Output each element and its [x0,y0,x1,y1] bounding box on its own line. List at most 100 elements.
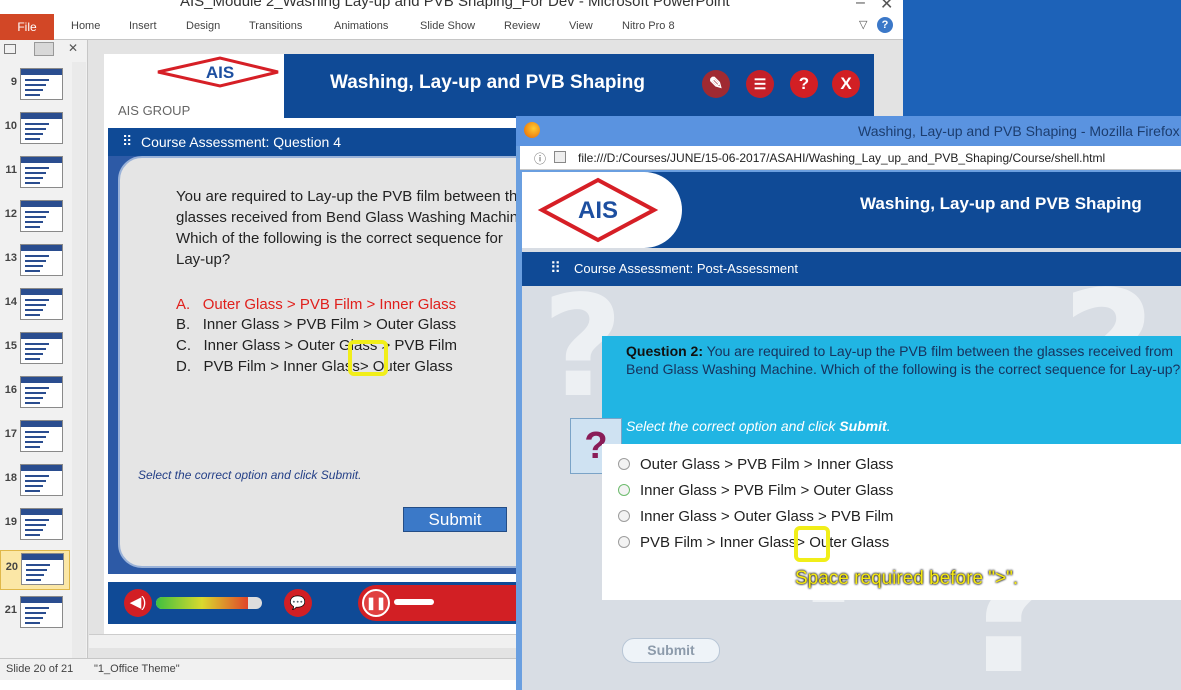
question-label: Question 2: [626,343,704,359]
slide-thumbnail-image [20,508,63,540]
option-text: Inner Glass > Outer Glass > PVB Film [203,337,457,354]
option-label: Inner Glass > Outer Glass > PVB Film [640,508,894,525]
help-icon[interactable]: ? [877,17,893,33]
slide-option-c[interactable]: C. Inner Glass > Outer Glass > PVB Film [176,337,457,354]
tab-file[interactable]: File [0,14,54,40]
radio-button[interactable] [618,458,630,470]
slide-thumbnail[interactable]: 20 [0,550,70,590]
slide-thumbnail[interactable]: 12 [0,198,70,238]
slide-number: 21 [4,604,17,616]
theme-name: "1_Office Theme" [94,663,180,675]
tab-review[interactable]: Review [504,20,540,32]
slide-number: 12 [4,208,17,220]
slide-number: 11 [5,164,17,176]
close-icon[interactable]: ✕ [880,0,893,14]
slide-thumbnail[interactable]: 19 [0,506,70,546]
option-text: Inner Glass > PVB Film > Outer Glass [202,316,457,333]
slide-exit-button[interactable]: X [832,70,860,98]
slide-thumbnail[interactable]: 11 [0,154,70,194]
slide-thumbnail[interactable]: 18 [0,462,70,502]
notes-icon[interactable]: ✎ [702,70,730,98]
slide-thumbnail[interactable]: 17 [0,418,70,458]
slide-number: 14 [4,296,17,308]
radio-button[interactable] [618,510,630,522]
slide-thumbnail[interactable]: 14 [0,286,70,326]
ais-logo: AIS AIS GROUP [104,54,284,118]
slide-option-a[interactable]: A. Outer Glass > PVB Film > Inner Glass [176,296,456,313]
slide-thumbnail-image [20,376,63,408]
question-box: Question 2: You are required to Lay-up t… [602,336,1181,444]
pause-icon[interactable]: ❚❚ [362,589,390,617]
slide-thumbnail-pane: ✕ 9 10 11 12 13 14 15 16 17 18 19 20 21 [0,40,88,658]
option-label: Outer Glass > PVB Film > Inner Glass [640,456,894,473]
tab-design[interactable]: Design [186,20,220,32]
audio-icon[interactable]: ◀) [124,589,152,617]
tab-slide-show[interactable]: Slide Show [420,20,475,32]
slide-help-button[interactable]: ? [790,70,818,98]
tab-home[interactable]: Home [71,20,100,32]
option-letter: B. [176,316,191,333]
highlight-box-slide [348,340,388,376]
slide-thumbnail-image [20,420,63,452]
slide-brand-group: AIS GROUP [118,103,190,118]
ribbon-collapse-icon[interactable]: ▽ [859,18,867,31]
slide-thumbnail[interactable]: 15 [0,330,70,370]
outline-tab-icon[interactable] [34,42,54,56]
slide-option-b[interactable]: B. Inner Glass > PVB Film > Outer Glass [176,316,456,333]
slide-brand: AIS [206,63,234,82]
slide-number: 16 [4,384,17,396]
tab-view[interactable]: View [569,20,593,32]
tab-animations[interactable]: Animations [334,20,388,32]
course-header: AIS Washing, Lay-up and PVB Shaping [522,172,1181,248]
tab-transitions[interactable]: Transitions [249,20,302,32]
course-title: Washing, Lay-up and PVB Shaping [860,194,1142,213]
slide-submit-button[interactable]: Submit [403,507,507,532]
slide-number: 19 [4,516,17,528]
volume-slider[interactable] [156,597,262,609]
slide-info: Slide 20 of 21 [6,663,74,675]
tab-insert[interactable]: Insert [129,20,157,32]
chat-icon[interactable]: 💬 [284,589,312,617]
assessment-title: Course Assessment: Post-Assessment [574,261,798,276]
slide-number: 10 [4,120,17,132]
annotation-note: Space required before ">". [795,568,1019,589]
option-letter: C. [176,337,191,354]
slide-number: 13 [4,252,17,264]
slide-thumbnail[interactable]: 13 [0,242,70,282]
minimize-icon[interactable]: – [856,0,865,12]
firefox-title-bar: Washing, Lay-up and PVB Shaping - Mozill… [516,116,1181,146]
address-bar[interactable]: ⓘ file:///D:/Courses/JUNE/15-06-2017/ASA… [520,146,1181,170]
slide-thumbnail[interactable]: 9 [0,66,70,106]
firefox-icon [524,122,540,138]
question-text: Question 2: You are required to Lay-up t… [626,342,1181,378]
radio-button[interactable] [618,536,630,548]
tab-nitro-pro[interactable]: Nitro Pro 8 [622,20,675,32]
pane-close-icon[interactable]: ✕ [68,41,78,55]
slide-thumbnail-image [20,200,63,232]
radio-button[interactable] [618,484,630,496]
slide-title: Washing, Lay-up and PVB Shaping [330,72,645,93]
seek-bar[interactable] [394,599,434,605]
firefox-window-title: Washing, Lay-up and PVB Shaping - Mozill… [858,123,1180,139]
info-icon[interactable]: ⓘ [534,150,546,167]
submit-button[interactable]: Submit [622,638,720,663]
slide-number: 17 [4,428,17,440]
url-text[interactable]: file:///D:/Courses/JUNE/15-06-2017/ASAHI… [578,151,1105,165]
option-label: Inner Glass > PVB Film > Outer Glass [640,482,894,499]
slide-thumbnail[interactable]: 16 [0,374,70,414]
slide-thumbnail-image [20,156,63,188]
option-letter: D. [176,358,191,375]
option-3[interactable]: Inner Glass > Outer Glass > PVB Film [618,508,894,525]
slide-option-d[interactable]: D. PVB Film > Inner Glass> Outer Glass [176,358,453,375]
slides-tab-icon[interactable] [4,44,16,54]
slide-instruction: Select the correct option and click Subm… [138,468,362,482]
menu-icon[interactable]: ☰ [746,70,774,98]
course-brand: AIS [578,197,618,224]
option-4[interactable]: PVB Film > Inner Glass> Outer Glass [618,534,889,551]
slide-thumbnail-image [20,596,63,628]
slide-thumbnail[interactable]: 21 [0,594,70,634]
option-2[interactable]: Inner Glass > PVB Film > Outer Glass [618,482,894,499]
thumbnail-scrollbar[interactable] [72,62,86,658]
option-1[interactable]: Outer Glass > PVB Film > Inner Glass [618,456,894,473]
slide-thumbnail[interactable]: 10 [0,110,70,150]
